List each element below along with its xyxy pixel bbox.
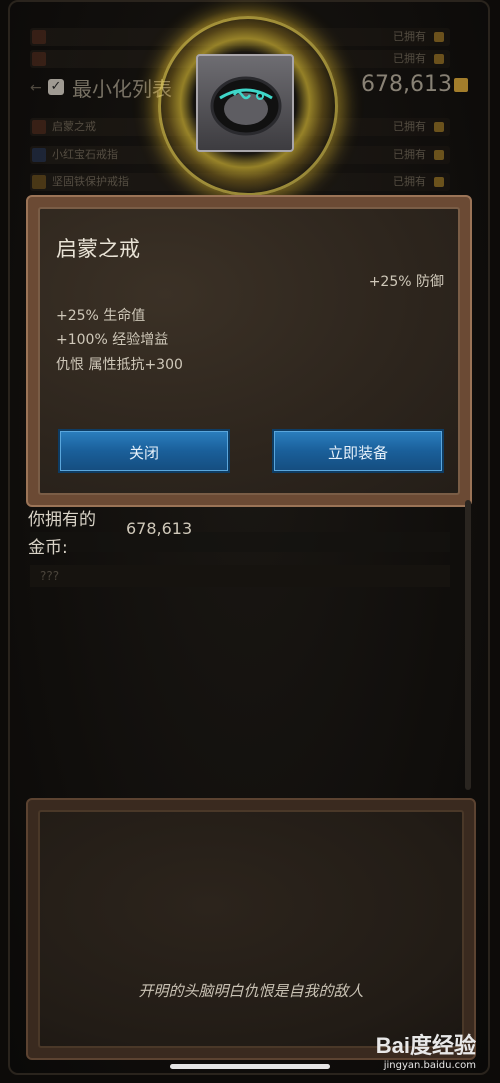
- dialog-panel: 启蒙之戒 +25% 防御 +25% 生命值 +100% 经验增益 仇恨 属性抵抗…: [38, 207, 460, 495]
- item-name: 启蒙之戒: [56, 237, 140, 261]
- watermark: Bai度经验 jingyan.baidu.com: [376, 1028, 476, 1071]
- home-indicator[interactable]: [170, 1064, 330, 1069]
- gold-icon: [434, 54, 444, 64]
- locked-list-item[interactable]: ???: [30, 565, 450, 587]
- watermark-url: jingyan.baidu.com: [383, 1060, 476, 1071]
- list-item-name: 启蒙之戒: [52, 120, 96, 133]
- list-item-status: 已拥有: [393, 175, 426, 188]
- item-detail-dialog: 启蒙之戒 +25% 防御 +25% 生命值 +100% 经验增益 仇恨 属性抵抗…: [26, 195, 472, 507]
- coins-label: 你拥有的 金币:: [28, 506, 118, 562]
- coins-label-line: 你拥有的: [28, 510, 96, 530]
- list-item-name: 小红宝石戒指: [52, 148, 118, 161]
- coins-value: 678,613: [126, 519, 193, 538]
- stat-line: +25% 生命值: [56, 308, 146, 324]
- list-item-status: 已拥有: [393, 120, 426, 133]
- list-item-status: 已拥有: [393, 30, 426, 43]
- item-thumb-icon: [32, 120, 46, 134]
- back-arrow-icon[interactable]: ←: [30, 80, 42, 96]
- stat-line: 仇恨 属性抵抗+300: [56, 357, 183, 373]
- quote-panel-inner: 开明的头脑明白仇恨是自我的敌人: [38, 810, 464, 1048]
- item-slot: [196, 54, 294, 152]
- gold-icon: [434, 177, 444, 187]
- item-thumb-icon: [32, 52, 46, 66]
- list-item-name: 坚固铁保护戒指: [52, 175, 129, 188]
- list-item-status: 已拥有: [393, 52, 426, 65]
- checkbox-checked-icon[interactable]: ✓: [48, 79, 64, 95]
- watermark-logo: Bai度经验: [375, 1033, 476, 1058]
- close-button[interactable]: 关闭: [58, 429, 230, 473]
- stat-line: +100% 经验增益: [56, 332, 169, 348]
- scrollbar[interactable]: [465, 500, 471, 790]
- ring-icon: [210, 76, 282, 136]
- stat-defense: +25% 防御: [368, 274, 444, 290]
- list-item-status: 已拥有: [393, 148, 426, 161]
- quote-text: 开明的头脑明白仇恨是自我的敌人: [138, 982, 364, 1000]
- quote-panel: 开明的头脑明白仇恨是自我的敌人: [26, 798, 476, 1060]
- coins-label-line: 金币:: [28, 538, 68, 558]
- gold-icon: [454, 78, 468, 92]
- gold-icon: [434, 122, 444, 132]
- item-thumb-icon: [32, 148, 46, 162]
- gold-icon: [434, 150, 444, 160]
- item-thumb-icon: [32, 30, 46, 44]
- gold-icon: [434, 32, 444, 42]
- equip-now-button[interactable]: 立即装备: [272, 429, 444, 473]
- gold-total-value: 678,613: [361, 72, 452, 97]
- item-thumb-icon: [32, 175, 46, 189]
